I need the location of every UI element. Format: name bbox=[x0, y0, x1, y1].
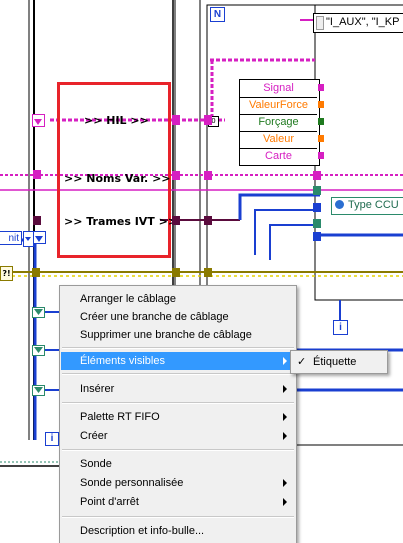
tunnel-trames-right[interactable] bbox=[172, 216, 180, 225]
down-arrow-icon[interactable] bbox=[32, 385, 45, 396]
menu-item-label: Point d'arrêt bbox=[80, 496, 139, 508]
context-menu: Arranger le câblage Créer une branche de… bbox=[59, 285, 297, 543]
terminal-forcage[interactable] bbox=[318, 118, 324, 125]
wire-label-noms-var: >> Noms Var. >> bbox=[64, 172, 171, 185]
tunnel-loop-trames[interactable] bbox=[204, 216, 212, 225]
red-selection-box bbox=[57, 82, 171, 258]
tunnel-noms-left[interactable] bbox=[33, 170, 41, 179]
iteration-terminal-right[interactable]: i bbox=[333, 320, 348, 335]
menu-item-label: Éléments visibles bbox=[80, 355, 165, 367]
menu-item-inserer[interactable]: Insérer bbox=[61, 380, 295, 398]
tunnel-case-4[interactable] bbox=[313, 232, 321, 241]
menu-item-label: Description et info-bulle... bbox=[80, 525, 205, 537]
string-array-text: "I_AUX", "I_KP bbox=[326, 16, 400, 28]
blue-terminal-icon[interactable] bbox=[33, 231, 46, 244]
submenu-arrow-icon bbox=[283, 385, 287, 393]
tunnel-case-2[interactable] bbox=[313, 203, 321, 212]
menu-item-label: Arranger le câblage bbox=[80, 293, 177, 305]
unbundle-row-valeur[interactable]: Valeur bbox=[240, 131, 317, 149]
tunnel-trames-left[interactable] bbox=[33, 216, 41, 225]
iteration-terminal-left[interactable]: i bbox=[45, 432, 59, 446]
menu-separator bbox=[62, 516, 294, 518]
submenu-arrow-icon bbox=[283, 413, 287, 421]
submenu-arrow-icon bbox=[283, 357, 287, 365]
submenu-item-etiquette[interactable]: ✓ Étiquette bbox=[292, 352, 386, 372]
menu-item-palette-rt-fifo[interactable]: Palette RT FIFO bbox=[61, 408, 295, 426]
unbundle-row-valeurforce[interactable]: ValeurForce bbox=[240, 97, 317, 115]
menu-separator bbox=[62, 373, 294, 375]
submenu-arrow-icon bbox=[283, 479, 287, 487]
menu-item-label: Créer bbox=[80, 430, 108, 442]
pink-down-arrow-icon[interactable] bbox=[32, 114, 45, 127]
menu-separator bbox=[62, 402, 294, 404]
menu-item-label: Supprimer une branche de câblage bbox=[80, 329, 252, 341]
error-cluster-icon[interactable]: ?! bbox=[0, 266, 13, 281]
terminal-carte[interactable] bbox=[318, 152, 324, 159]
menu-item-creer[interactable]: Créer bbox=[61, 427, 295, 445]
menu-item-arranger-cablage[interactable]: Arranger le câblage bbox=[61, 290, 295, 308]
unbundle-row-signal[interactable]: Signal bbox=[240, 80, 317, 98]
labview-block-diagram: >> HIL >> >> Noms Var. >> >> Trames IVT … bbox=[0, 0, 403, 543]
terminal-valeur[interactable] bbox=[318, 135, 324, 142]
check-icon: ✓ bbox=[297, 356, 307, 368]
submenu-arrow-icon bbox=[283, 498, 287, 506]
tunnel-loop-noms[interactable] bbox=[204, 171, 212, 180]
unbundle-row-carte[interactable]: Carte bbox=[240, 148, 317, 165]
type-ccu-label: Type CCU bbox=[348, 199, 399, 211]
string-array-constant[interactable]: "I_AUX", "I_KP bbox=[313, 13, 403, 33]
menu-separator bbox=[62, 449, 294, 451]
down-arrow-icon[interactable] bbox=[32, 307, 45, 318]
loop-count-terminal[interactable]: N bbox=[210, 7, 225, 22]
terminal-valeurforce[interactable] bbox=[318, 101, 324, 108]
menu-item-sonde-personnalisee[interactable]: Sonde personnalisée bbox=[61, 474, 295, 492]
submenu-arrow-icon bbox=[283, 432, 287, 440]
menu-item-elements-visibles[interactable]: Éléments visibles bbox=[61, 352, 295, 370]
tunnel-hil-right[interactable] bbox=[172, 115, 180, 125]
menu-item-label: Créer une branche de câblage bbox=[80, 311, 229, 323]
down-arrow-icon[interactable] bbox=[32, 345, 45, 356]
tunnel-case-noms[interactable] bbox=[313, 171, 321, 180]
menu-item-label: Palette RT FIFO bbox=[80, 411, 160, 423]
menu-item-description[interactable]: Description et info-bulle... bbox=[61, 522, 295, 540]
tunnel-error-left[interactable] bbox=[32, 268, 40, 277]
wire-label-hil: >> HIL >> bbox=[84, 114, 149, 127]
menu-item-label: Sonde bbox=[80, 458, 112, 470]
globe-icon bbox=[335, 200, 344, 209]
menu-item-sonde[interactable]: Sonde bbox=[61, 455, 295, 473]
menu-item-point-arret[interactable]: Point d'arrêt bbox=[61, 493, 295, 511]
tunnel-noms-right[interactable] bbox=[172, 171, 180, 180]
menu-item-label: Sonde personnalisée bbox=[80, 477, 184, 489]
tunnel-error-loop[interactable] bbox=[204, 268, 212, 277]
menu-item-supprimer-branche[interactable]: Supprimer une branche de câblage bbox=[61, 326, 295, 344]
wire-label-trames-ivt: >> Trames IVT >> bbox=[64, 215, 178, 228]
tunnel-error-mid[interactable] bbox=[172, 268, 180, 277]
inner-case-frame bbox=[314, 4, 403, 301]
menu-separator bbox=[62, 347, 294, 349]
tunnel-case-1[interactable] bbox=[313, 186, 321, 195]
enum-control[interactable]: nit bbox=[0, 231, 22, 245]
menu-item-label: Insérer bbox=[80, 383, 115, 395]
menu-item-creer-branche[interactable]: Créer une branche de câblage bbox=[61, 308, 295, 326]
submenu-elements-visibles: ✓ Étiquette bbox=[290, 350, 388, 374]
tunnel-loop-hil[interactable] bbox=[204, 115, 212, 125]
tunnel-case-3[interactable] bbox=[313, 219, 321, 228]
terminal-signal[interactable] bbox=[318, 84, 324, 91]
unbundle-row-forcage[interactable]: Forçage bbox=[240, 114, 317, 132]
type-ccu-constant[interactable]: Type CCU bbox=[331, 197, 403, 215]
array-index-icon bbox=[316, 16, 324, 30]
submenu-item-label: Étiquette bbox=[313, 356, 357, 368]
